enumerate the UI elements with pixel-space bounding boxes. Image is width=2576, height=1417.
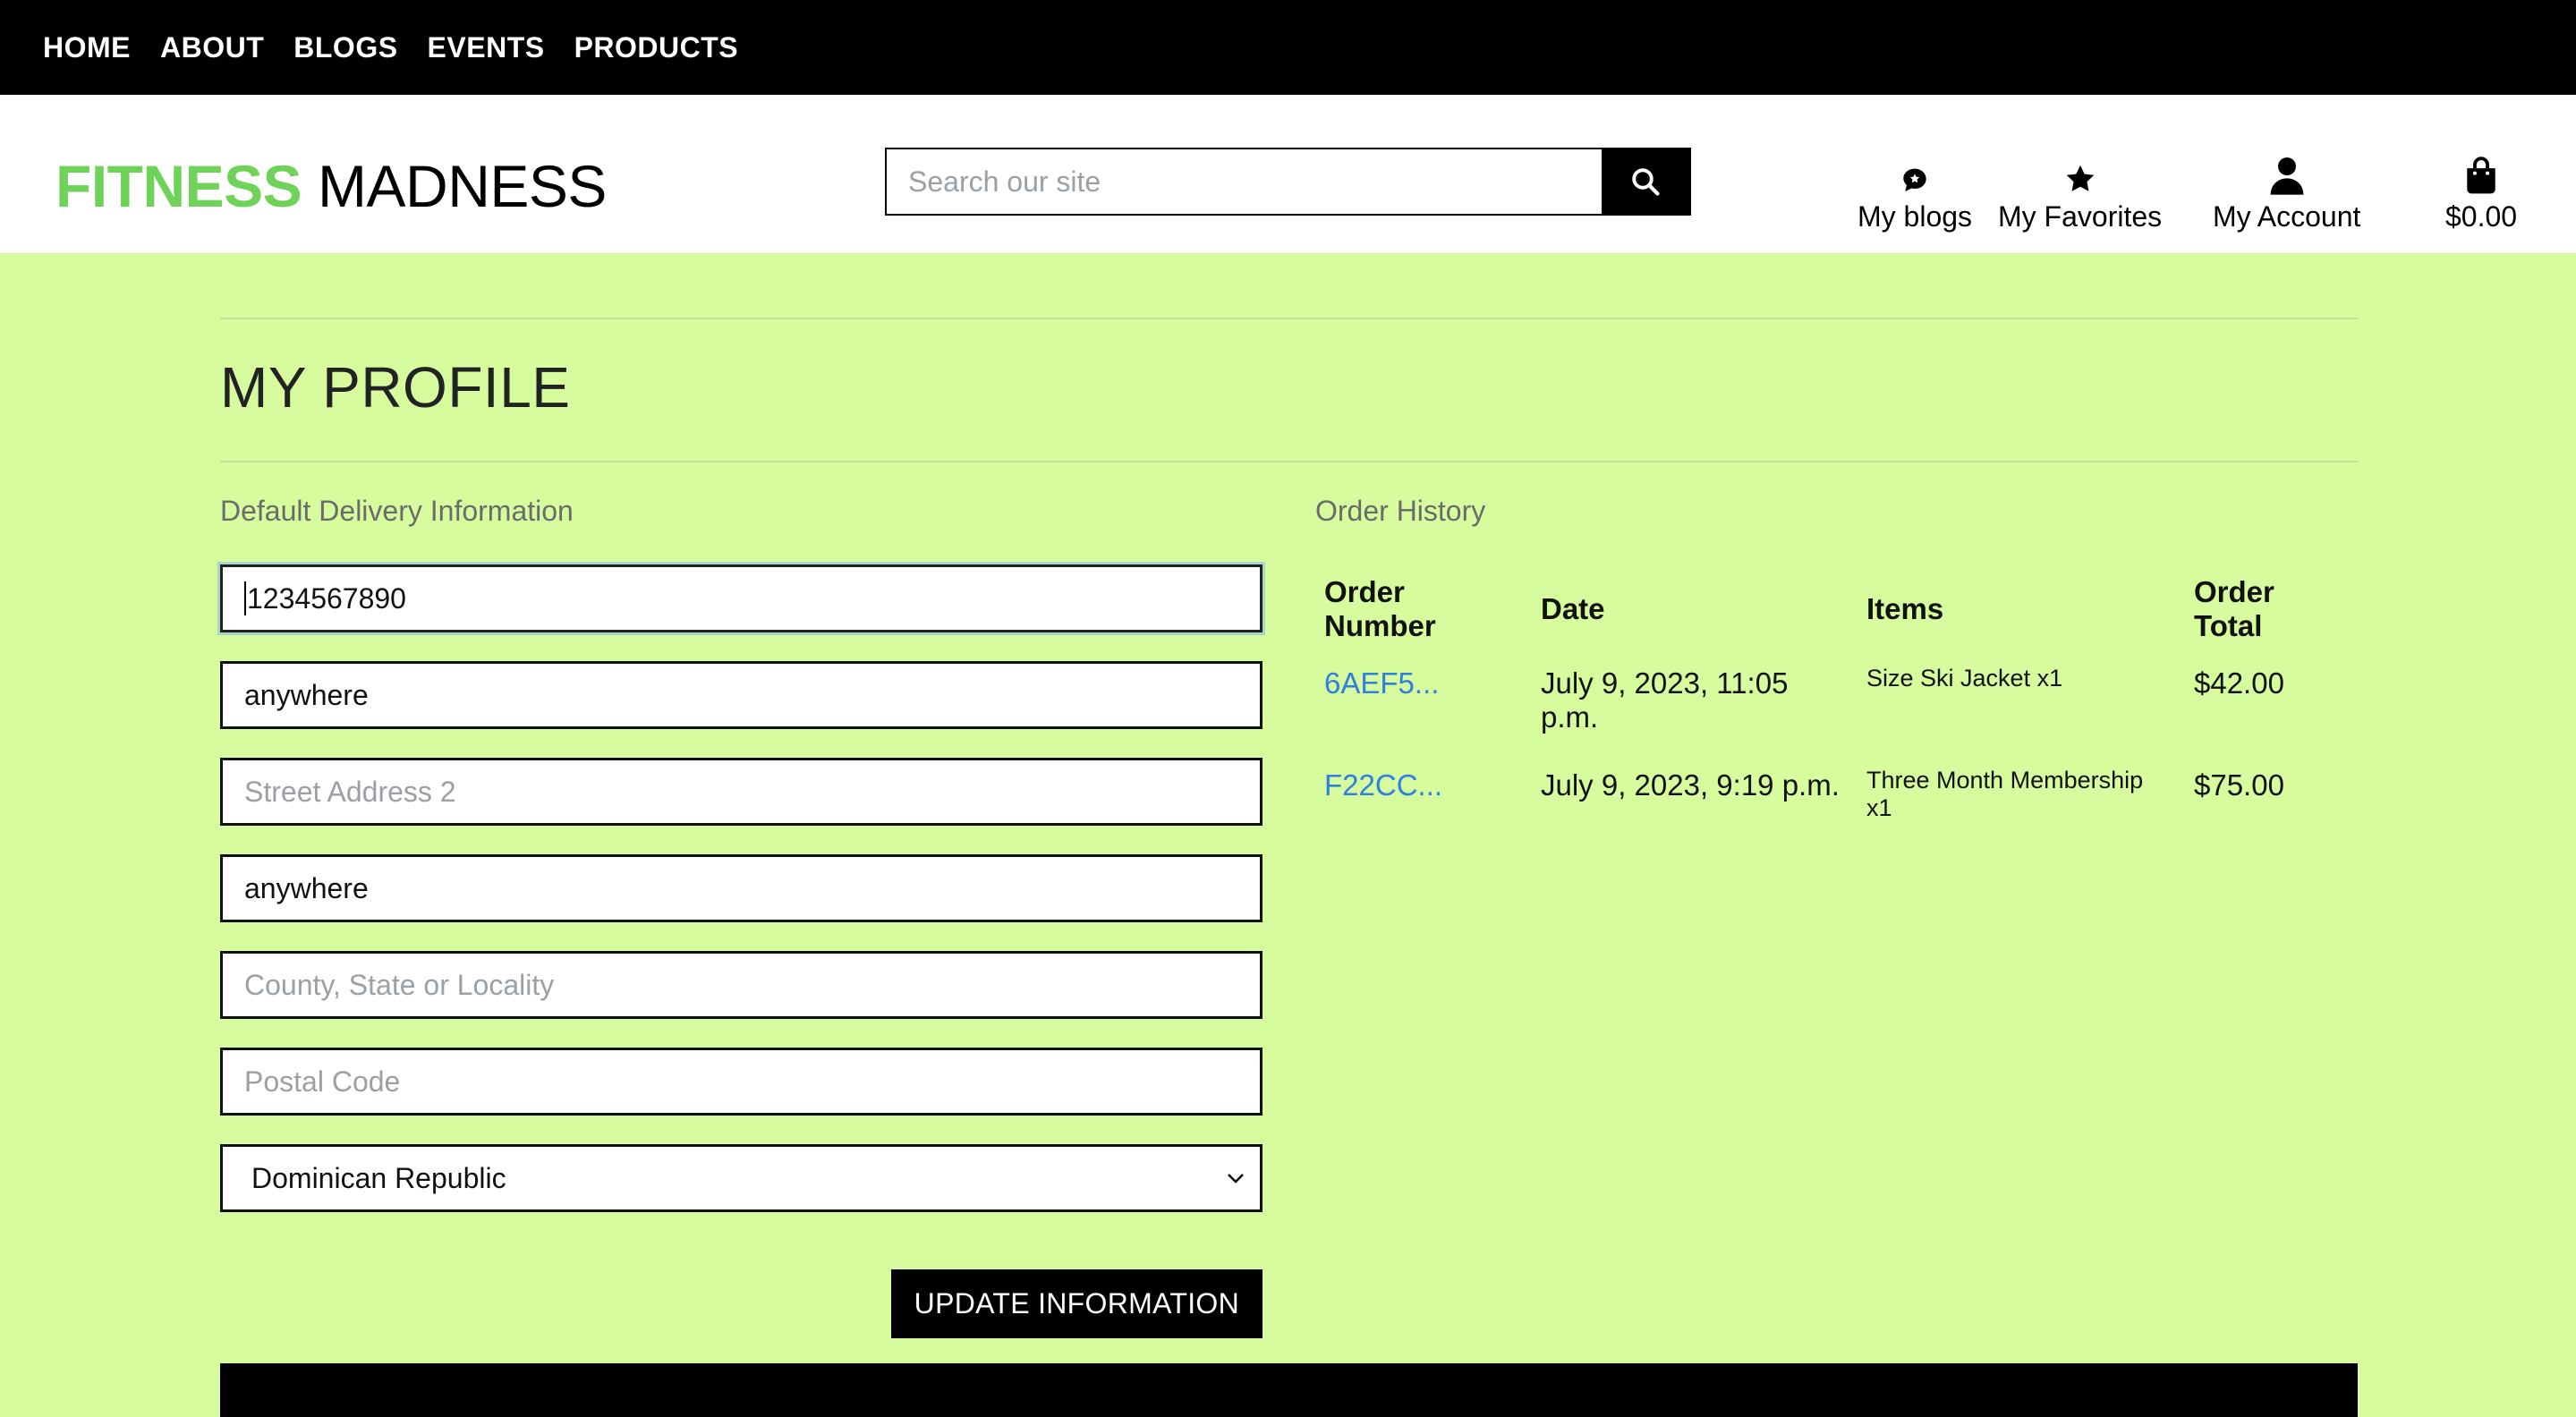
table-row: F22CC... July 9, 2023, 9:19 p.m. Three M…	[1315, 758, 2358, 845]
street-address-1-value: anywhere	[244, 678, 369, 711]
user-icon	[2270, 157, 2304, 195]
order-date: July 9, 2023, 9:19 p.m.	[1541, 768, 1840, 802]
blog-bubble-icon	[1903, 168, 1926, 191]
logo-madness: MADNESS	[318, 153, 607, 219]
phone-number-value: 1234567890	[247, 581, 406, 615]
street-address-1-field[interactable]: anywhere	[220, 661, 1262, 729]
search-button[interactable]	[1602, 149, 1689, 214]
cart-total: $0.00	[2445, 200, 2518, 233]
town-city-value: anywhere	[244, 871, 369, 904]
order-date: July 9, 2023, 11:05 p.m.	[1541, 666, 1789, 734]
order-items: Size Ski Jacket x1	[1866, 665, 2063, 692]
divider-top	[220, 318, 2358, 319]
order-items: Three Month Membership x1	[1866, 767, 2144, 821]
nav-events[interactable]: EVENTS	[428, 31, 545, 64]
search-input[interactable]	[887, 149, 1602, 214]
order-total: $75.00	[2194, 768, 2284, 802]
country-value: Dominican Republic	[251, 1161, 506, 1194]
cart-link[interactable]: $0.00	[2445, 156, 2517, 233]
table-header-row: Order Number Date Items Order Total	[1315, 559, 2358, 656]
logo-fitness: FITNESS	[55, 153, 302, 219]
chevron-down-icon	[1228, 1174, 1244, 1184]
order-total: $42.00	[2194, 666, 2284, 700]
my-account-label: My Account	[2213, 200, 2361, 233]
street-address-2-field[interactable]: Street Address 2	[220, 758, 1262, 826]
nav-blogs[interactable]: BLOGS	[293, 31, 397, 64]
site-header: FITNESS MADNESS My blogs My Favorites	[0, 95, 2576, 253]
delivery-info-section: Default Delivery Information 1234567890 …	[220, 495, 1262, 1338]
col-order-total: Order Total	[2194, 575, 2274, 642]
town-city-field[interactable]: anywhere	[220, 854, 1262, 922]
phone-number-field[interactable]: 1234567890	[220, 564, 1262, 632]
search-icon	[1632, 168, 1660, 196]
search-bar	[885, 148, 1691, 216]
star-icon	[2066, 165, 2094, 191]
table-row: 6AEF5... July 9, 2023, 11:05 p.m. Size S…	[1315, 656, 2358, 758]
text-caret	[244, 581, 246, 615]
top-navigation: HOME ABOUT BLOGS EVENTS PRODUCTS	[0, 0, 2576, 95]
country-select[interactable]: Dominican Republic	[220, 1144, 1262, 1212]
nav-products[interactable]: PRODUCTS	[574, 31, 739, 64]
divider-title	[220, 461, 2358, 462]
my-blogs-label: My blogs	[1858, 200, 1973, 233]
my-account-link[interactable]: My Account	[2213, 156, 2360, 233]
col-order-number: Order Number	[1324, 575, 1436, 642]
nav-home[interactable]: HOME	[43, 31, 131, 64]
footer	[220, 1363, 2358, 1417]
shopping-bag-icon	[2467, 157, 2495, 194]
nav-about[interactable]: ABOUT	[160, 31, 264, 64]
order-history-section: Order History Order Number Date Items Or…	[1315, 495, 2358, 1338]
street-address-2-placeholder: Street Address 2	[244, 775, 456, 808]
order-number-link[interactable]: F22CC...	[1324, 768, 1442, 802]
order-history-table: Order Number Date Items Order Total 6AEF…	[1315, 559, 2358, 845]
postal-code-field[interactable]: Postal Code	[220, 1048, 1262, 1116]
col-items: Items	[1866, 592, 1944, 625]
page-title: MY PROFILE	[220, 355, 571, 420]
col-date: Date	[1541, 592, 1605, 625]
county-placeholder: County, State or Locality	[244, 968, 555, 1001]
update-information-button[interactable]: UPDATE INFORMATION	[890, 1269, 1262, 1338]
my-favorites-label: My Favorites	[1998, 200, 2163, 233]
county-field[interactable]: County, State or Locality	[220, 951, 1262, 1019]
order-history-label: Order History	[1315, 495, 1486, 527]
my-favorites-link[interactable]: My Favorites	[1998, 156, 2162, 233]
site-logo[interactable]: FITNESS MADNESS	[55, 150, 607, 222]
order-number-link[interactable]: 6AEF5...	[1324, 666, 1439, 700]
profile-page: MY PROFILE Default Delivery Information …	[220, 318, 2358, 1338]
postal-code-placeholder: Postal Code	[244, 1065, 401, 1098]
delivery-info-label: Default Delivery Information	[220, 495, 574, 527]
my-blogs-link[interactable]: My blogs	[1858, 156, 1972, 233]
